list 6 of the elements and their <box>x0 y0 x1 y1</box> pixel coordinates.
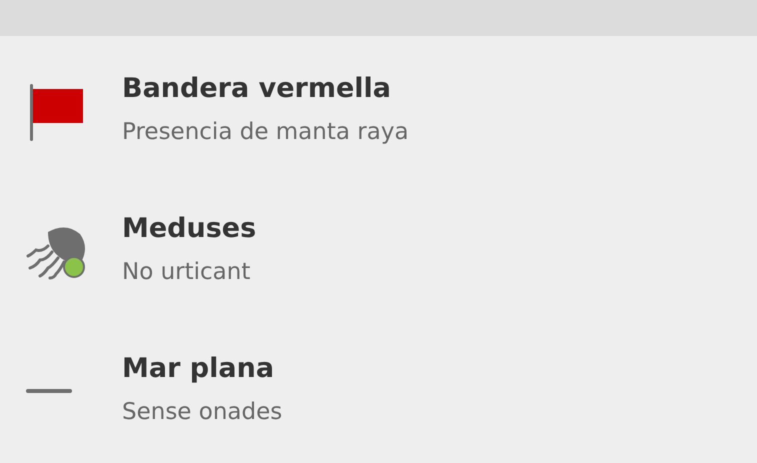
item-subtitle: Presencia de manta raya <box>122 118 409 147</box>
item-title: Mar plana <box>122 352 276 386</box>
item-subtitle: Sense onades <box>122 398 282 427</box>
item-title: Bandera vermella <box>122 72 392 106</box>
item-title: Meduses <box>122 212 256 246</box>
item-subtitle: No urticant <box>122 258 252 287</box>
